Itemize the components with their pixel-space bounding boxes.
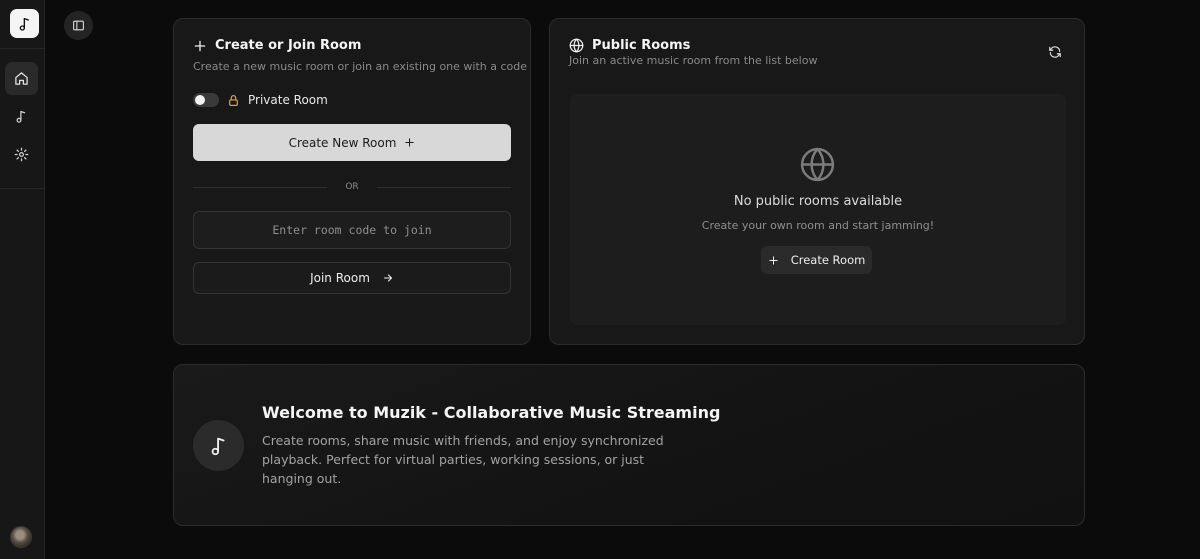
music-note-icon xyxy=(16,110,26,123)
empty-state-title: No public rooms available xyxy=(733,194,903,209)
create-join-subtitle: Create a new music room or join an exist… xyxy=(193,60,528,73)
public-rooms-card: Public Rooms Join an active music room f… xyxy=(549,18,1085,345)
music-note-icon xyxy=(211,437,224,455)
create-new-room-button[interactable]: Create New Room xyxy=(193,124,511,161)
welcome-title: Welcome to Muzik - Collaborative Music S… xyxy=(262,403,721,422)
sidebar-divider xyxy=(0,48,44,49)
or-divider: OR xyxy=(193,181,511,193)
globe-icon xyxy=(800,147,835,182)
create-join-title-text: Create or Join Room xyxy=(215,38,362,53)
app-logo[interactable] xyxy=(10,9,39,38)
welcome-icon-circle xyxy=(193,420,244,471)
globe-icon xyxy=(569,38,584,53)
join-room-button[interactable]: Join Room xyxy=(193,262,511,294)
divider-line xyxy=(193,186,327,188)
room-code-input[interactable] xyxy=(193,211,511,249)
private-room-row: Private Room xyxy=(193,93,328,107)
lock-icon xyxy=(229,94,238,106)
music-note-icon xyxy=(19,17,29,31)
create-room-label: Create Room xyxy=(790,253,866,267)
welcome-card: Welcome to Muzik - Collaborative Music S… xyxy=(173,364,1085,526)
arrow-right-icon xyxy=(383,274,392,282)
home-icon xyxy=(15,72,28,85)
refresh-button[interactable] xyxy=(1046,43,1064,61)
sidebar-toggle-icon xyxy=(73,20,84,31)
sidebar-item-music[interactable] xyxy=(5,100,38,133)
sidebar-item-settings[interactable] xyxy=(5,138,38,171)
create-new-room-label: Create New Room xyxy=(288,135,397,150)
empty-state-subtitle: Create your own room and start jamming! xyxy=(701,219,935,232)
avatar[interactable] xyxy=(10,526,32,548)
divider-line xyxy=(377,186,511,188)
sidebar-divider xyxy=(0,188,44,189)
sidebar-toggle-button[interactable] xyxy=(64,11,93,40)
public-rooms-title: Public Rooms xyxy=(569,38,690,53)
gear-icon xyxy=(14,147,29,162)
create-room-button[interactable]: Create Room xyxy=(761,246,872,274)
welcome-text: Create rooms, share music with friends, … xyxy=(262,433,664,486)
refresh-icon xyxy=(1049,46,1061,58)
public-rooms-title-text: Public Rooms xyxy=(592,38,691,53)
join-room-label: Join Room xyxy=(310,271,370,285)
sidebar xyxy=(0,0,45,559)
private-room-label: Private Room xyxy=(248,93,328,107)
plus-icon xyxy=(769,255,778,265)
sidebar-item-home[interactable] xyxy=(5,62,38,95)
create-join-card: Create or Join Room Create a new music r… xyxy=(173,18,531,345)
plus-icon xyxy=(405,138,415,147)
or-text: OR xyxy=(345,182,359,192)
public-rooms-subtitle: Join an active music room from the list … xyxy=(569,54,818,67)
public-rooms-empty-state: No public rooms available Create your ow… xyxy=(570,94,1066,325)
create-join-title: Create or Join Room xyxy=(193,38,361,53)
private-room-toggle[interactable] xyxy=(193,93,219,107)
plus-icon xyxy=(194,40,206,51)
